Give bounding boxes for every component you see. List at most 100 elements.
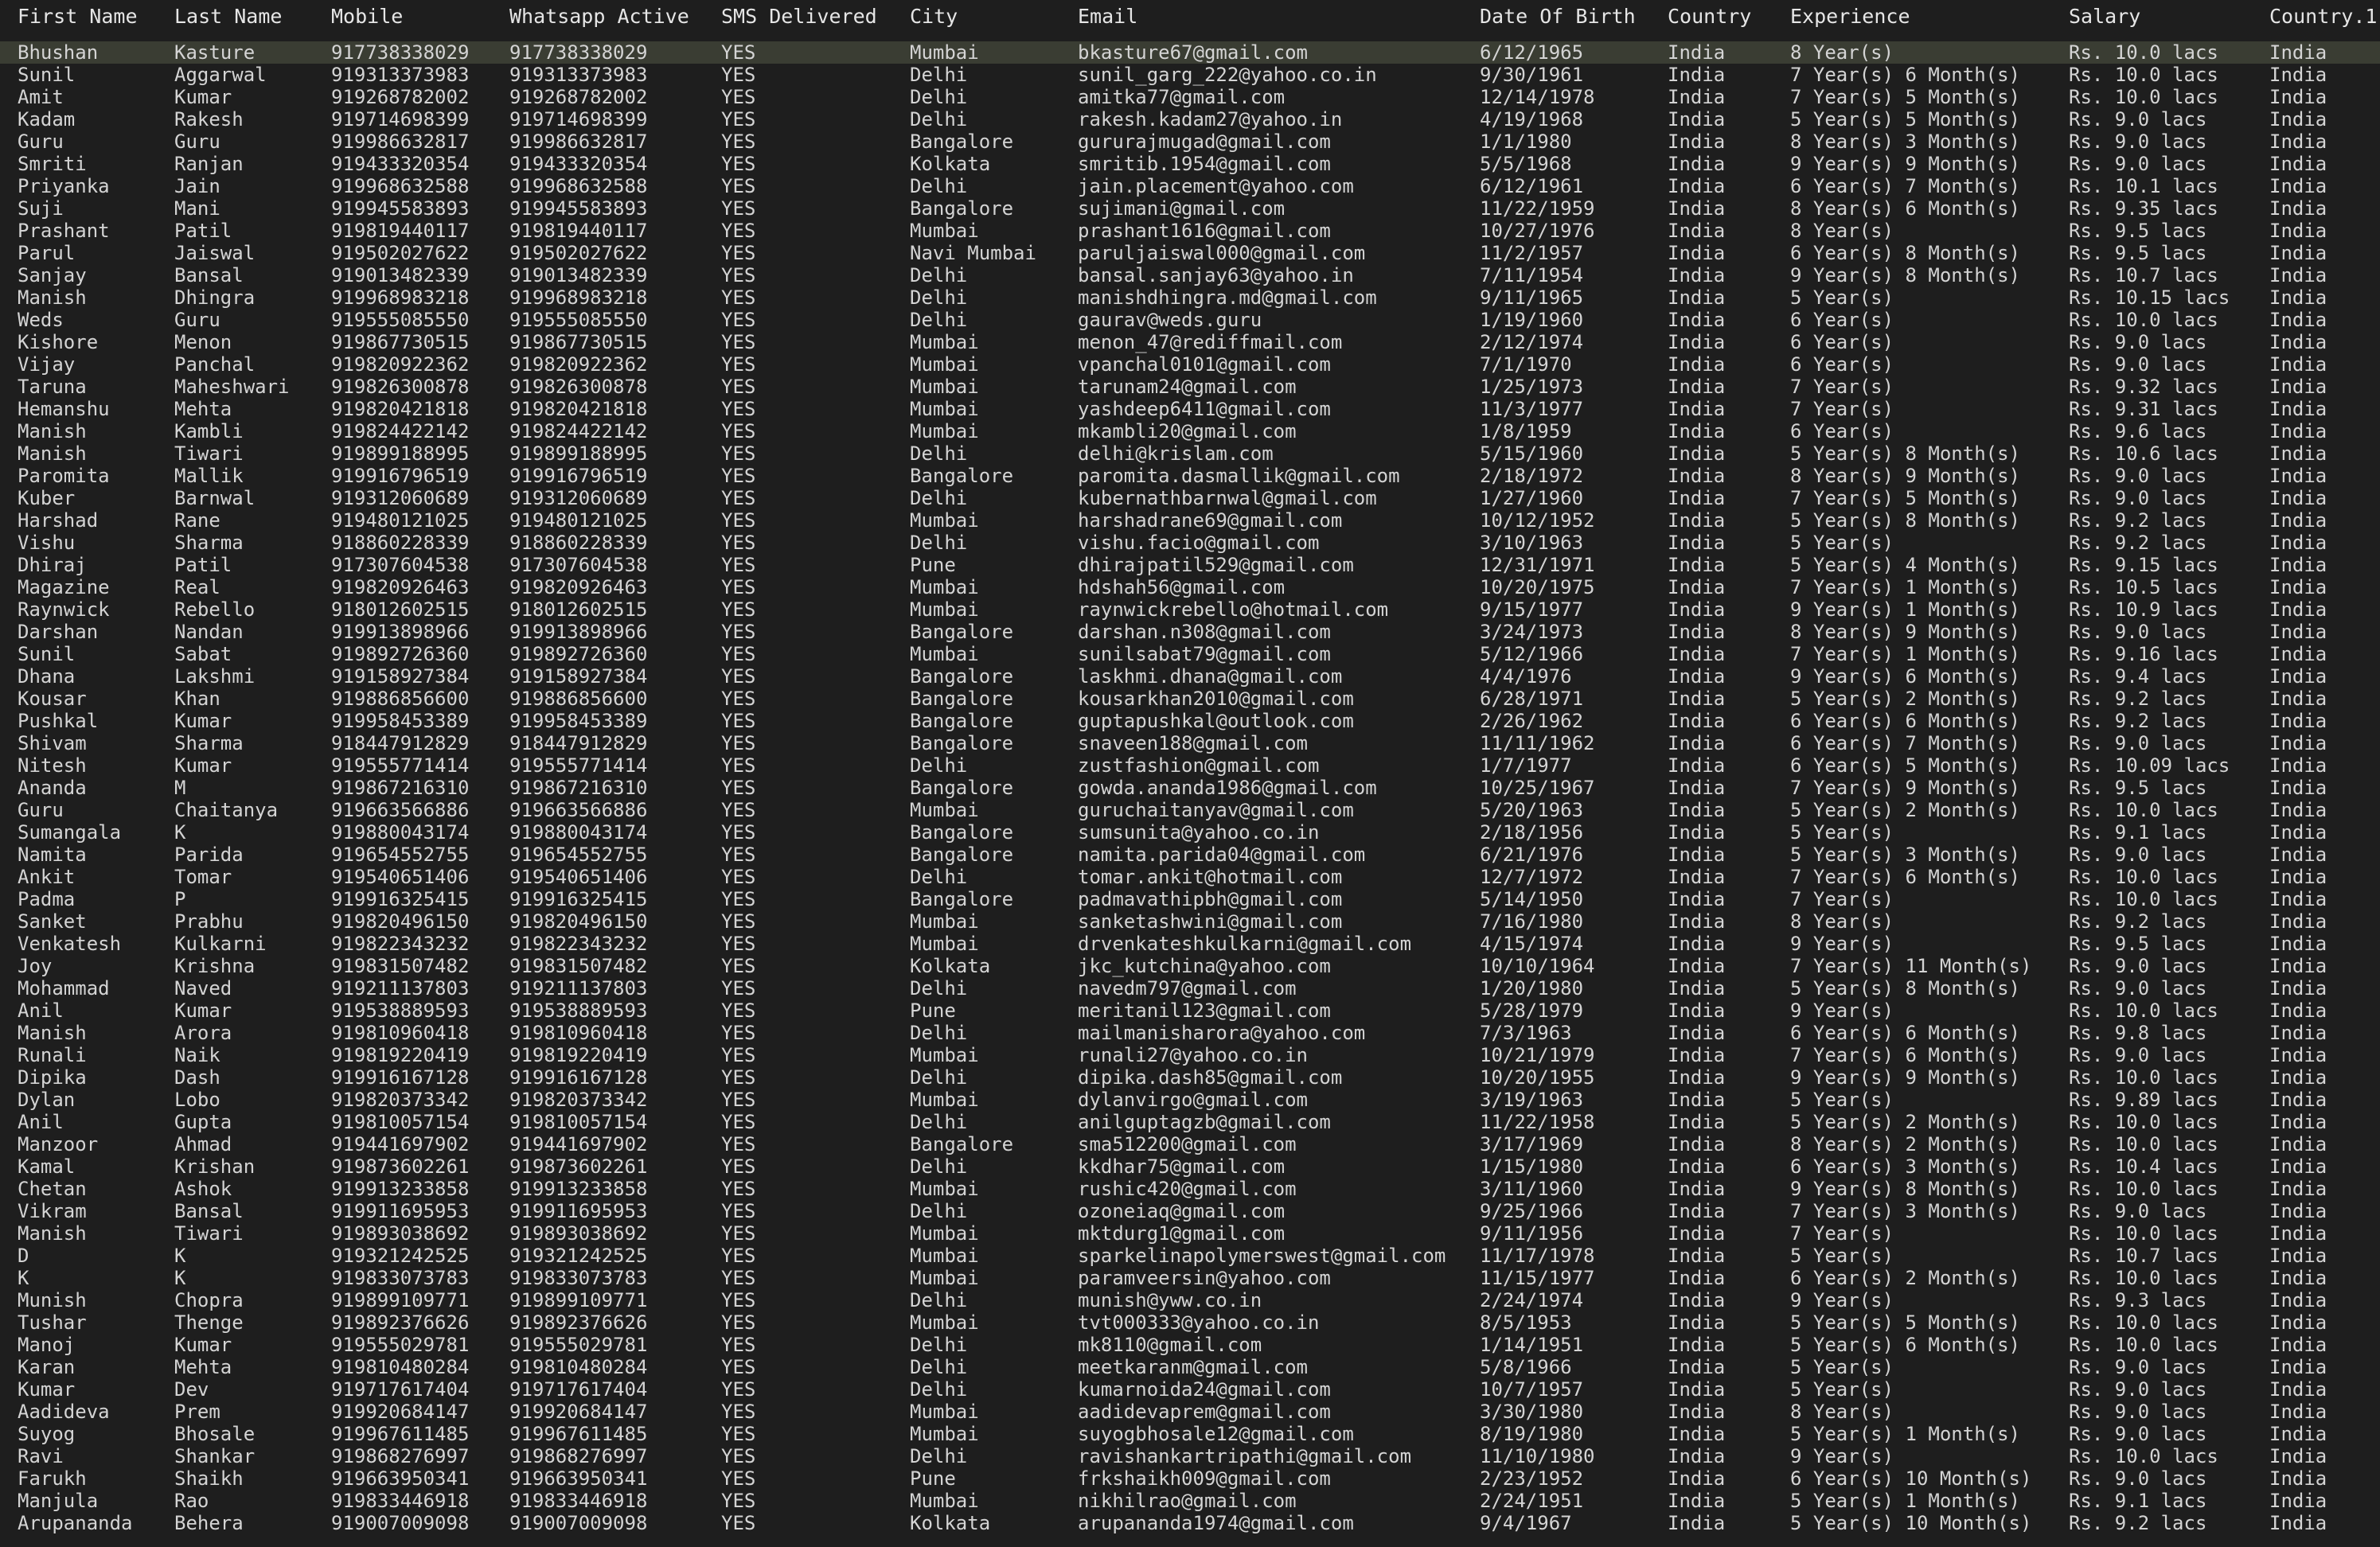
column-header[interactable]: City (892, 0, 1060, 40)
table-row[interactable]: Parul Jaiswal 919502027622 919502027622 YES N… (0, 242, 2380, 264)
table-cell: Rs. 9.5 lacs (2069, 777, 2207, 799)
table-row[interactable]: Magazine Real 919820926463 919820926463 YES M… (0, 576, 2380, 598)
table-row[interactable]: Sunil Aggarwal 919313373983 919313373983 YES… (0, 64, 2380, 86)
column-header[interactable]: Experience (1773, 0, 2051, 40)
table-cell: 9 Year(s) 6 Month(s) (1790, 665, 2020, 688)
table-cell: Bangalore (910, 621, 1014, 643)
table-row[interactable]: Kuber Barnwal 919312060689 919312060689 YES D… (0, 487, 2380, 509)
table-row[interactable]: D K 919321242525 919321242525 YES Mumbai spark… (0, 1245, 2380, 1267)
table-cell: 9 Year(s) (1790, 1289, 1894, 1311)
table-cell: 5 Year(s) 8 Month(s) (1790, 509, 2020, 532)
table-row[interactable]: Anil Kumar 919538889593 919538889593 YES Pune… (0, 1000, 2380, 1022)
table-cell: 9/11/1965 (1480, 286, 1584, 309)
table-row[interactable]: Dhana Lakshmi 919158927384 919158927384 YES B… (0, 665, 2380, 688)
table-cell: Rs. 9.0 lacs (2069, 955, 2207, 977)
column-header[interactable]: Date Of Birth (1462, 0, 1650, 40)
table-row[interactable]: Taruna Maheshwari 919826300878 919826300878… (0, 376, 2380, 398)
table-row[interactable]: Hemanshu Mehta 919820421818 919820421818 YES… (0, 398, 2380, 420)
table-row[interactable]: Nitesh Kumar 919555771414 919555771414 YES De… (0, 754, 2380, 777)
table-row[interactable]: Ananda M 919867216310 919867216310 YES Bangal… (0, 777, 2380, 799)
table-row[interactable]: Ankit Tomar 919540651406 919540651406 YES Del… (0, 866, 2380, 888)
table-row[interactable]: Munish Chopra 919899109771 919899109771 YES D… (0, 1289, 2380, 1311)
table-row[interactable]: Prashant Patil 919819440117 919819440117 YES… (0, 220, 2380, 242)
table-row[interactable]: Ravi Shankar 919868276997 919868276997 YES De… (0, 1445, 2380, 1467)
table-row[interactable]: Manish Dhingra 919968983218 919968983218 YES… (0, 286, 2380, 309)
table-cell: Mumbai (910, 1044, 979, 1066)
table-row[interactable]: Sumangala K 919880043174 919880043174 YES Ban… (0, 821, 2380, 844)
table-row[interactable]: Sanjay Bansal 919013482339 919013482339 YES D… (0, 264, 2380, 286)
table-row[interactable]: Guru Chaitanya 919663566886 919663566886 YES… (0, 799, 2380, 821)
table-row[interactable]: Vikram Bansal 919911695953 919911695953 YES D… (0, 1200, 2380, 1222)
table-row[interactable]: Aadideva Prem 919920684147 919920684147 YES M… (0, 1401, 2380, 1423)
column-header[interactable]: First Name (0, 0, 157, 40)
table-row[interactable]: Smriti Ranjan 919433320354 919433320354 YES K… (0, 153, 2380, 175)
table-row[interactable]: Manish Arora 919810960418 919810960418 YES De… (0, 1022, 2380, 1044)
column-header[interactable]: Country.1 (2252, 0, 2380, 40)
table-row[interactable]: Paromita Mallik 919916796519 919916796519 YE… (0, 465, 2380, 487)
table-row[interactable]: Namita Parida 919654552755 919654552755 YES B… (0, 844, 2380, 866)
table-row[interactable]: K K 919833073783 919833073783 YES Mumbai param… (0, 1267, 2380, 1289)
table-row[interactable]: Guru Guru 919986632817 919986632817 YES Banga… (0, 131, 2380, 153)
table-row[interactable]: Farukh Shaikh 919663950341 919663950341 YES P… (0, 1467, 2380, 1490)
table-cell: 11/2/1957 (1480, 242, 1584, 264)
table-row[interactable]: Shivam Sharma 918447912829 918447912829 YES B… (0, 732, 2380, 754)
table-row[interactable]: Anil Gupta 919810057154 919810057154 YES Delh… (0, 1111, 2380, 1133)
table-row[interactable]: Vishu Sharma 918860228339 918860228339 YES De… (0, 532, 2380, 554)
table-row[interactable]: Manjula Rao 919833446918 919833446918 YES Mum… (0, 1490, 2380, 1512)
table-row[interactable]: Amit Kumar 919268782002 919268782002 YES Delh… (0, 86, 2380, 108)
column-header[interactable]: SMS Delivered (704, 0, 892, 40)
table-row[interactable]: Manzoor Ahmad 919441697902 919441697902 YES B… (0, 1133, 2380, 1155)
table-row[interactable]: Manish Tiwari 919899188995 919899188995 YES D… (0, 442, 2380, 465)
table-cell: Maheshwari (174, 376, 290, 398)
table-row[interactable]: Kamal Krishan 919873602261 919873602261 YES D… (0, 1155, 2380, 1178)
table-cell: 2/18/1972 (1480, 465, 1584, 487)
table-row[interactable]: Suyog Bhosale 919967611485 919967611485 YES M… (0, 1423, 2380, 1445)
table-row[interactable]: Sanket Prabhu 919820496150 919820496150 YES M… (0, 910, 2380, 933)
table-cell: Kolkata (910, 1512, 991, 1534)
table-row[interactable]: Bhushan Kasture 917738338029 917738338029 YE… (0, 39, 2380, 64)
table-cell: 5 Year(s) (1790, 1378, 1894, 1401)
table-row[interactable]: Kousar Khan 919886856600 919886856600 YES Ban… (0, 688, 2380, 710)
table-row[interactable]: Pushkal Kumar 919958453389 919958453389 YES B… (0, 710, 2380, 732)
table-cell: India (2269, 264, 2327, 286)
table-row[interactable]: Arupananda Behera 919007009098 919007009098… (0, 1512, 2380, 1534)
table-cell: ozoneiaq@gmail.com (1078, 1200, 1286, 1222)
table-row[interactable]: Chetan Ashok 919913233858 919913233858 YES Mu… (0, 1178, 2380, 1200)
table-row[interactable]: Darshan Nandan 919913898966 919913898966 YES… (0, 621, 2380, 643)
table-row[interactable]: Manoj Kumar 919555029781 919555029781 YES Del… (0, 1334, 2380, 1356)
column-header[interactable]: Mobile (314, 0, 492, 40)
table-row[interactable]: Karan Mehta 919810480284 919810480284 YES Del… (0, 1356, 2380, 1378)
table-row[interactable]: Priyanka Jain 919968632588 919968632588 YES D… (0, 175, 2380, 197)
table-row[interactable]: Kishore Menon 919867730515 919867730515 YES M… (0, 331, 2380, 353)
table-row[interactable]: Sunil Sabat 919892726360 919892726360 YES Mum… (0, 643, 2380, 665)
table-row[interactable]: Kadam Rakesh 919714698399 919714698399 YES De… (0, 108, 2380, 131)
table-row[interactable]: Weds Guru 919555085550 919555085550 YES Delhi… (0, 309, 2380, 331)
table-row[interactable]: Venkatesh Kulkarni 919822343232 91982234323… (0, 933, 2380, 955)
table-row[interactable]: Vijay Panchal 919820922362 919820922362 YES M… (0, 353, 2380, 376)
column-header[interactable]: Salary (2051, 0, 2252, 40)
table-row[interactable]: Raynwick Rebello 918012602515 918012602515 Y… (0, 598, 2380, 621)
table-cell: Delhi (910, 532, 968, 554)
table-row[interactable]: Dipika Dash 919916167128 919916167128 YES Del… (0, 1066, 2380, 1089)
table-cell: 919893038692 (509, 1222, 648, 1245)
table-row[interactable]: Kumar Dev 919717617404 919717617404 YES Delhi… (0, 1378, 2380, 1401)
column-header[interactable]: Last Name (157, 0, 314, 40)
table-row[interactable]: Suji Mani 919945583893 919945583893 YES Banga… (0, 197, 2380, 220)
table-row[interactable]: Padma P 919916325415 919916325415 YES Bangalo… (0, 888, 2380, 910)
table-row[interactable]: Dylan Lobo 919820373342 919820373342 YES Mumb… (0, 1089, 2380, 1111)
table-row[interactable]: Runali Naik 919819220419 919819220419 YES Mum… (0, 1044, 2380, 1066)
table-row[interactable]: Manish Tiwari 919893038692 919893038692 YES M… (0, 1222, 2380, 1245)
table-row[interactable]: Tushar Thenge 919892376626 919892376626 YES M… (0, 1311, 2380, 1334)
column-header[interactable]: Country (1650, 0, 1773, 40)
column-header[interactable]: Whatsapp Active (492, 0, 704, 40)
table-row[interactable]: Manish Kambli 919824422142 919824422142 YES M… (0, 420, 2380, 442)
table-cell: Rs. 10.1 lacs (2069, 175, 2218, 197)
table-row[interactable]: Joy Krishna 919831507482 919831507482 YES Kol… (0, 955, 2380, 977)
table-cell: India (1668, 710, 1726, 732)
table-row[interactable]: Dhiraj Patil 917307604538 917307604538 YES Pu… (0, 554, 2380, 576)
table-cell: Delhi (910, 175, 968, 197)
column-header[interactable]: Email (1060, 0, 1462, 40)
table-cell: India (1668, 1356, 1726, 1378)
table-row[interactable]: Harshad Rane 919480121025 919480121025 YES Mu… (0, 509, 2380, 532)
table-row[interactable]: Mohammad Naved 919211137803 919211137803 YES… (0, 977, 2380, 1000)
